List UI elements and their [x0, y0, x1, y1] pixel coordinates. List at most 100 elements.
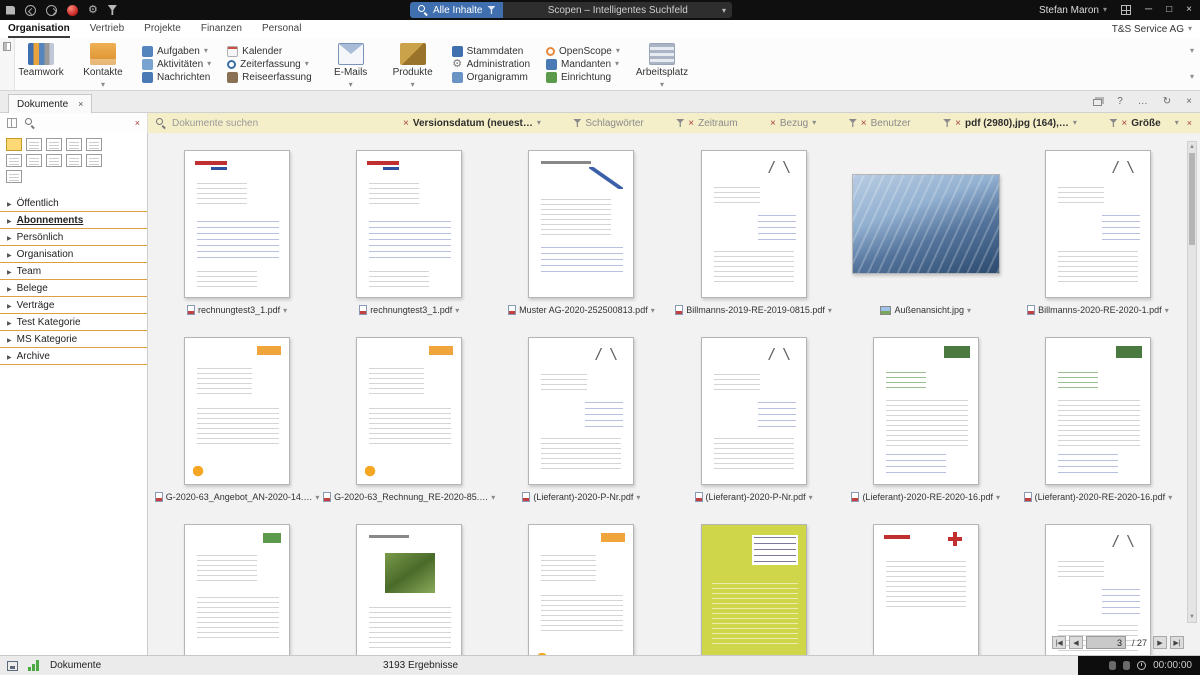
calendar-doc-icon[interactable] — [6, 154, 22, 167]
maximize-button[interactable]: □ — [1166, 5, 1172, 15]
menu-tab-finanzen[interactable]: Finanzen — [201, 20, 242, 38]
ribbon-item-aufgaben[interactable]: Aufgaben — [142, 45, 211, 57]
sidebar-item-abonnements[interactable]: Abonnements — [0, 212, 147, 229]
menu-tab-organisation[interactable]: Organisation — [8, 20, 70, 38]
filter-chip-schlagwörter[interactable]: Schlagwörter — [573, 118, 643, 129]
windows-icon[interactable] — [1093, 99, 1102, 106]
redo-icon[interactable] — [46, 5, 57, 16]
doc-filename[interactable]: (Lieferant)-2020-P-Nr.pdf — [695, 492, 813, 502]
doc-thumbnail[interactable] — [701, 337, 807, 485]
sidebar-item-team[interactable]: Team — [0, 263, 147, 280]
clear-all-filters-icon[interactable]: × — [1187, 119, 1192, 128]
close-icon[interactable]: × — [1186, 97, 1192, 107]
doc-filename[interactable]: (Lieferant)-2020-RE-2020-16.pdf — [851, 492, 1000, 502]
next-page-button[interactable]: ▶ — [1153, 636, 1167, 649]
ribbon-item-mandanten[interactable]: Mandanten — [546, 58, 620, 70]
ribbon-item-organigramm[interactable]: Organigramm — [452, 71, 530, 83]
help-icon[interactable]: ? — [1117, 97, 1123, 107]
filter-chip-benutzer[interactable]: Benutzer — [849, 118, 911, 129]
menu-tab-personal[interactable]: Personal — [262, 20, 301, 38]
clear-filter-icon[interactable] — [1121, 118, 1127, 129]
company-selector[interactable]: T&S Service AG — [1112, 20, 1192, 38]
doc-filename[interactable]: (Lieferant)-2020-P-Nr.pdf — [522, 492, 640, 502]
doc-thumbnail[interactable] — [356, 524, 462, 655]
ribbon-side-strip[interactable] — [0, 38, 15, 90]
sidebar-item-persönlich[interactable]: Persönlich — [0, 229, 147, 246]
refresh-icon[interactable]: ↻ — [1163, 97, 1171, 107]
sidebar-item-öffentlich[interactable]: Öffentlich — [0, 195, 147, 212]
doc-filename[interactable]: rechnungtest3_1.pdf — [359, 305, 459, 315]
filter-chip-größe[interactable]: Größe — [1109, 118, 1160, 129]
preview-doc-icon[interactable] — [66, 138, 82, 151]
clear-search-icon[interactable]: × — [135, 119, 140, 128]
layout-icon[interactable] — [7, 118, 17, 128]
minimize-button[interactable]: ─ — [1145, 5, 1152, 15]
clear-filter-icon[interactable] — [688, 118, 694, 129]
sidebar-item-archive[interactable]: Archive — [0, 348, 147, 365]
clear-filter-icon[interactable] — [861, 118, 867, 129]
filter-chip-versionsdatum-neuest[interactable]: Versionsdatum (neuest… — [403, 118, 541, 129]
search-icon[interactable] — [25, 118, 35, 128]
ribbon-item-kontakte[interactable]: Kontakte — [80, 38, 126, 90]
doc-thumbnail[interactable] — [184, 337, 290, 485]
doc-thumbnail[interactable] — [528, 524, 634, 655]
table-doc-icon[interactable] — [26, 138, 42, 151]
flag-icon[interactable] — [108, 5, 117, 15]
menu-tab-vertrieb[interactable]: Vertrieb — [90, 20, 124, 38]
doc-thumbnail[interactable] — [873, 337, 979, 485]
filter-chip-bezug[interactable]: Bezug — [770, 118, 816, 129]
doc-filename[interactable]: Muster AG-2020-252500813.pdf — [508, 305, 655, 315]
doc-thumbnail[interactable] — [1045, 337, 1151, 485]
clear-filter-icon[interactable] — [955, 118, 961, 129]
user-menu[interactable]: Stefan Maron — [1039, 5, 1107, 16]
logo-icon[interactable] — [67, 5, 78, 16]
ribbon-item-einrichtung[interactable]: Einrichtung — [546, 71, 620, 83]
ribbon-item-kalender[interactable]: Kalender — [227, 45, 311, 57]
tab-dokumente[interactable]: Dokumente × — [8, 94, 92, 113]
sidebar-item-verträge[interactable]: Verträge — [0, 297, 147, 314]
doc-thumbnail[interactable] — [184, 524, 290, 655]
search-scope-selector[interactable]: Alle Inhalte — [410, 2, 503, 18]
clear-filter-icon[interactable] — [403, 118, 409, 129]
chevron-down-icon[interactable] — [722, 6, 726, 16]
doc-thumbnail[interactable] — [701, 150, 807, 298]
scrollbar-thumb[interactable] — [1189, 153, 1195, 245]
prev-page-button[interactable]: ◀ — [1069, 636, 1083, 649]
sidebar-item-test-kategorie[interactable]: Test Kategorie — [0, 314, 147, 331]
doc-thumbnail[interactable] — [528, 150, 634, 298]
scroll-down-icon[interactable]: ▼ — [1188, 612, 1196, 622]
list2-doc-icon[interactable] — [26, 154, 42, 167]
blank-doc-icon[interactable] — [86, 154, 102, 167]
ribbon-item-nachrichten[interactable]: Nachrichten — [142, 71, 211, 83]
sidebar-item-belege[interactable]: Belege — [0, 280, 147, 297]
chevron-down-icon[interactable] — [1175, 118, 1179, 128]
doc-filename[interactable]: rechnungtest3_1.pdf — [187, 305, 287, 315]
gear-icon[interactable] — [88, 5, 98, 16]
list-doc-icon[interactable] — [46, 138, 62, 151]
close-tab-icon[interactable]: × — [78, 99, 83, 109]
global-search[interactable]: Alle Inhalte Scopen – Intelligentes Such… — [410, 2, 732, 18]
ribbon-item-reiseerfassung[interactable]: Reiseerfassung — [227, 71, 311, 83]
apps-grid-icon[interactable] — [1121, 5, 1131, 15]
filter-chip-pdf-2980-jpg-164[interactable]: pdf (2980),jpg (164),… — [943, 118, 1077, 129]
doc-thumbnail[interactable] — [852, 174, 1000, 274]
save-icon[interactable] — [6, 6, 15, 15]
doc-filename[interactable]: Billmanns-2019-RE-2019-0815.pdf — [675, 305, 832, 315]
plain-doc-icon[interactable] — [6, 170, 22, 183]
doc-thumbnail[interactable] — [701, 524, 807, 655]
clear-filter-icon[interactable] — [770, 118, 776, 129]
undo-icon[interactable] — [25, 5, 36, 16]
doc-thumbnail[interactable] — [873, 524, 979, 655]
doc-thumbnail[interactable] — [356, 337, 462, 485]
doc-filename[interactable]: G-2020-63_Rechnung_RE-2020-85.… — [323, 492, 495, 502]
vertical-scrollbar[interactable]: ▲ ▼ — [1187, 141, 1197, 623]
folder-icon[interactable] — [6, 138, 22, 151]
columns-doc-icon[interactable] — [86, 138, 102, 151]
doc-thumbnail[interactable] — [1045, 150, 1151, 298]
document-search-input[interactable] — [172, 118, 397, 129]
ribbon-item-teamwork[interactable]: Teamwork — [18, 38, 64, 90]
first-page-button[interactable]: |◀ — [1052, 636, 1066, 649]
ribbon-item-openscope[interactable]: OpenScope — [546, 45, 620, 57]
ribbon-item-produkte[interactable]: Produkte — [390, 38, 436, 90]
smart-search-field[interactable]: Scopen – Intelligentes Suchfeld — [503, 2, 732, 18]
